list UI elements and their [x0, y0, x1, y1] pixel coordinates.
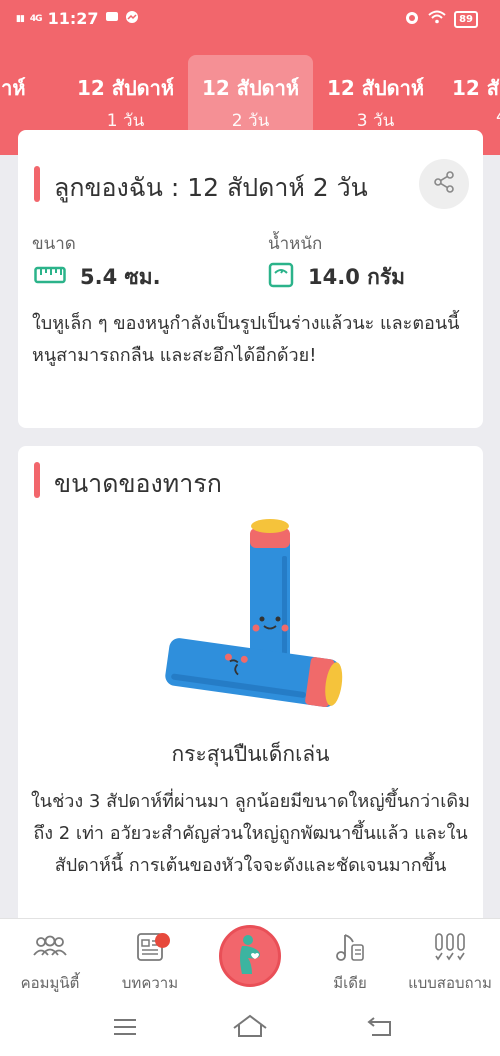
nav-quiz[interactable]: แบบสอบถาม [400, 929, 500, 995]
notification-dot [155, 933, 170, 948]
nav-articles-label: บทความ [121, 974, 179, 992]
scale-icon [268, 262, 294, 293]
article-icon [100, 929, 200, 965]
size-value: 5.4 ซม. [80, 265, 161, 289]
nav-quiz-label: แบบสอบถาม [408, 974, 492, 992]
week-tab-12w2d[interactable]: 12 สัปดาห์ 2 วัน [188, 55, 313, 139]
toy-bullets-illustration [148, 516, 348, 726]
back-icon[interactable] [366, 1014, 394, 1042]
nav-articles[interactable]: บทความ [100, 929, 200, 995]
title-accent-bar [34, 462, 40, 498]
size-metric: 5.4 ซม. [34, 261, 161, 294]
home-icon[interactable] [232, 1014, 268, 1042]
week-tab-12w3d[interactable]: 12 สัปดาห์ 3 วัน [313, 55, 438, 139]
nav-media-label: มีเดีย [333, 974, 367, 992]
size-description: ในช่วง 3 สัปดาห์ที่ผ่านมา ลูกน้อยมีขนาดใ… [31, 791, 470, 876]
messenger-icon [125, 10, 139, 28]
weight-metric: 14.0 กรัม [268, 261, 405, 294]
size-item-name: กระสุนปืนเด็กเล่น [171, 742, 330, 766]
weight-label: น้ำหนัก [268, 234, 323, 254]
nav-media[interactable]: มีเดีย [300, 929, 400, 995]
system-navigation-bar [0, 1000, 500, 1056]
ruler-icon [34, 265, 66, 290]
week-tab-12w1d[interactable]: 12 สัปดาห์ 1 วัน [63, 55, 188, 139]
baby-size-card: ขนาดของทารก กระสุนปืนเด็กเล่น ในช่วง 3 ส… [18, 446, 483, 926]
size-card-title: ขนาดของทารก [54, 469, 222, 498]
status-bar: ▮▮ 4G 11:27 89 [0, 0, 500, 38]
baby-summary-card: ลูกของฉัน : 12 สัปดาห์ 2 วัน ขนาด 5.4 ซม… [18, 130, 483, 428]
share-button[interactable] [419, 159, 469, 209]
alarm-icon [404, 9, 420, 29]
nav-community[interactable]: คอมมูนิตี้ [0, 929, 100, 995]
menu-icon[interactable] [112, 1017, 138, 1041]
summary-description: ใบหูเล็ก ๆ ของหนูกำลังเป็นรูปเป็นร่างแล้… [32, 313, 460, 366]
share-icon [432, 170, 456, 198]
status-time: 11:27 [47, 9, 99, 28]
weight-value: 14.0 กรัม [308, 265, 405, 289]
network-type: 4G [29, 13, 43, 24]
pregnancy-home-button[interactable] [219, 925, 281, 987]
message-icon [105, 10, 119, 28]
battery-indicator: 89 [454, 10, 478, 28]
music-note-icon [300, 929, 400, 965]
week-tab-prev[interactable]: ปดาห์ [0, 55, 63, 139]
title-accent-bar [34, 166, 40, 202]
community-icon [0, 929, 100, 965]
quiz-icon [400, 929, 500, 965]
week-tabs: ปดาห์ 12 สัปดาห์ 1 วัน 12 สัปดาห์ 2 วัน … [0, 55, 500, 139]
pregnant-mother-icon [230, 932, 270, 980]
summary-title: ลูกของฉัน : 12 สัปดาห์ 2 วัน [54, 173, 368, 202]
wifi-icon [428, 10, 446, 28]
nav-community-label: คอมมูนิตี้ [20, 974, 80, 992]
signal-icon: ▮▮ [16, 13, 25, 24]
size-label: ขนาด [32, 234, 76, 254]
week-tab-12w4d[interactable]: 12 สั 4 [438, 55, 500, 139]
